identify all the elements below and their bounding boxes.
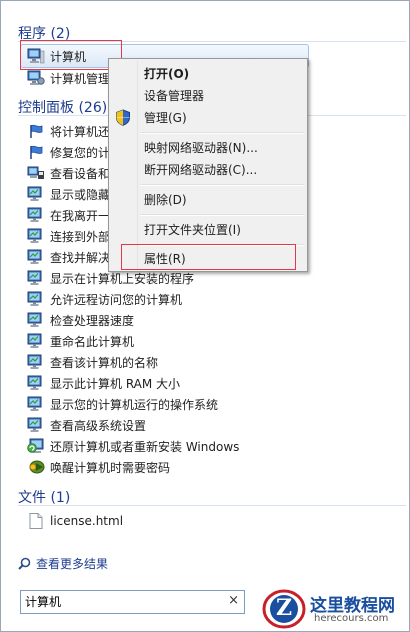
control-panel-item[interactable]: 唤醒计算机时需要密码 (27, 457, 170, 477)
control-panel-item[interactable]: 修复您的计 (27, 142, 110, 162)
control-panel-item-label: 显示在计算机上安装的程序 (50, 271, 195, 286)
control-panel-item-label: 将计算机还 (50, 124, 111, 139)
system-icon (27, 249, 45, 265)
menu-separator (140, 214, 304, 216)
control-panel-item[interactable]: 显示您的计算机运行的操作系统 (27, 394, 218, 414)
system-icon (27, 417, 45, 433)
menu-item-open-file-location[interactable]: 打开文件夹位置(I) (144, 219, 241, 239)
system-icon (27, 375, 45, 391)
recovery-icon (27, 438, 45, 454)
site-watermark: Z 这里教程网 herecours.com (262, 588, 408, 630)
devices-icon (27, 165, 45, 181)
flag-icon (27, 144, 45, 160)
control-panel-item-label: 检查处理器速度 (50, 313, 135, 328)
control-panel-item-label: 修复您的计 (50, 145, 111, 160)
system-icon (27, 270, 45, 286)
control-panel-header: 控制面板 (26) (18, 100, 108, 116)
control-panel-item-label: 重命名此计算机 (50, 334, 135, 349)
control-panel-item-label: 显示或隐藏 (50, 187, 111, 202)
context-menu: 打开(O) 设备管理器 管理(G) 映射网络驱动器(N)... 断开网络驱动器(… (108, 58, 308, 272)
control-panel-item[interactable]: 允许远程访问您的计算机 (27, 289, 182, 309)
search-icon (17, 555, 31, 571)
control-panel-item-label: 查看该计算机的名称 (50, 355, 159, 370)
system-icon (27, 291, 45, 307)
system-icon (27, 228, 45, 244)
menu-item-manage[interactable]: 管理(G) (144, 107, 187, 127)
files-header: 文件 (1) (18, 490, 71, 506)
power-icon (27, 459, 45, 475)
control-panel-item[interactable]: 检查处理器速度 (27, 310, 134, 330)
system-icon (27, 186, 45, 202)
menu-item-disconnect-network-drive[interactable]: 断开网络驱动器(C)... (144, 159, 257, 179)
system-icon (27, 333, 45, 349)
control-panel-item-label: 连接到外部 (50, 229, 111, 244)
menu-separator (140, 184, 304, 186)
control-panel-item[interactable]: 显示此计算机 RAM 大小 (27, 373, 180, 393)
menu-item-map-network-drive[interactable]: 映射网络驱动器(N)... (144, 137, 258, 157)
watermark-badge: Z (276, 595, 293, 621)
computer-management-icon (27, 70, 45, 86)
files-divider (18, 505, 406, 506)
control-panel-item[interactable]: 连接到外部 (27, 226, 110, 246)
search-box[interactable]: × (20, 590, 245, 614)
control-panel-item[interactable]: 重命名此计算机 (27, 331, 134, 351)
program-item-computer-management[interactable]: 计算机管理 (27, 68, 110, 88)
shield-icon (115, 109, 131, 129)
control-panel-item[interactable]: 在我离开一 (27, 205, 110, 225)
control-panel-item-label: 查看设备和 (50, 166, 111, 181)
file-icon (27, 513, 45, 529)
control-panel-item-label: 唤醒计算机时需要密码 (50, 460, 171, 475)
menu-gutter (137, 61, 138, 269)
control-panel-item[interactable]: 还原计算机或者重新安装 Windows (27, 436, 239, 456)
file-item-label: license.html (50, 514, 124, 528)
program-item-label: 计算机管理 (50, 71, 111, 86)
system-icon (27, 207, 45, 223)
menu-item-open[interactable]: 打开(O) (144, 63, 189, 83)
control-panel-item-label: 显示您的计算机运行的操作系统 (50, 397, 219, 412)
clear-search-icon[interactable]: × (228, 593, 239, 608)
menu-item-delete[interactable]: 删除(D) (144, 189, 187, 209)
watermark-url: herecours.com (314, 613, 389, 624)
annotation-box-computer (20, 40, 122, 70)
see-more-results-label: 查看更多结果 (36, 556, 109, 571)
control-panel-item-label: 显示此计算机 RAM 大小 (50, 376, 181, 391)
control-panel-item-label: 允许远程访问您的计算机 (50, 292, 183, 307)
annotation-box-properties (121, 244, 296, 270)
control-panel-item[interactable]: 查找并解决 (27, 247, 110, 267)
control-panel-item-label: 还原计算机或者重新安装 Windows (50, 439, 240, 454)
control-panel-item[interactable]: 查看高级系统设置 (27, 415, 146, 435)
file-item-license[interactable]: license.html (27, 511, 123, 531)
see-more-results-link[interactable]: 查看更多结果 (17, 553, 108, 573)
control-panel-item[interactable]: 查看该计算机的名称 (27, 352, 158, 372)
control-panel-item-label: 在我离开一 (50, 208, 111, 223)
system-icon (27, 312, 45, 328)
control-panel-item[interactable]: 显示或隐藏 (27, 184, 110, 204)
menu-item-device-manager[interactable]: 设备管理器 (144, 85, 204, 105)
control-panel-item-label: 查找并解决 (50, 250, 111, 265)
control-panel-item-label: 查看高级系统设置 (50, 418, 147, 433)
system-icon (27, 396, 45, 412)
menu-separator (140, 132, 304, 134)
system-icon (27, 354, 45, 370)
control-panel-item[interactable]: 查看设备和 (27, 163, 110, 183)
control-panel-item[interactable]: 将计算机还 (27, 121, 110, 141)
flag-icon (27, 123, 45, 139)
search-input[interactable] (25, 593, 215, 609)
